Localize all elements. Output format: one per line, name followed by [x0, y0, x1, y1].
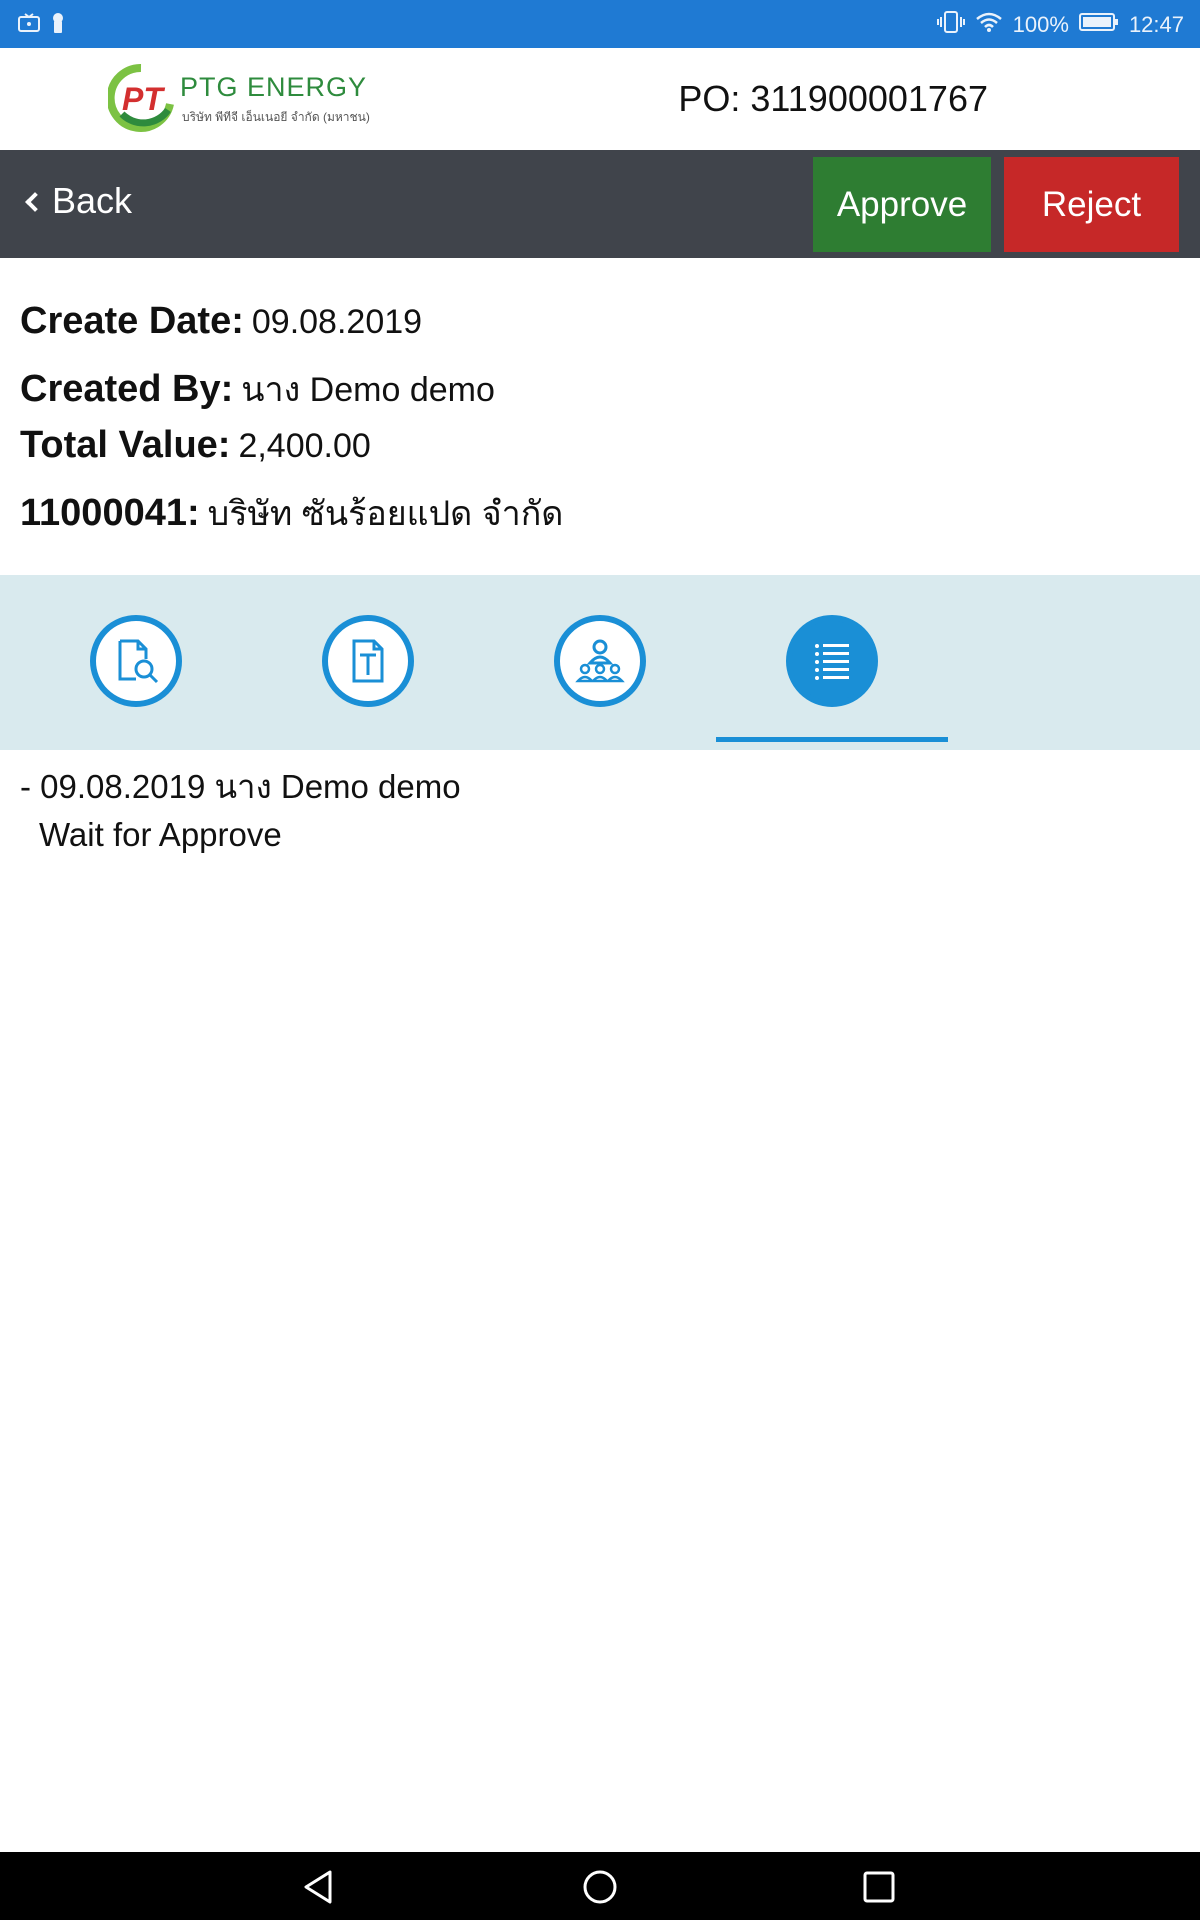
back-button[interactable]: Back [25, 180, 133, 222]
tab-people[interactable] [554, 615, 646, 707]
vendor-name: บริษัท ซันร้อยแปด จำกัด [207, 495, 564, 533]
document-search-icon [118, 639, 159, 684]
history-entry-status: Wait for Approve [39, 816, 282, 853]
vendor-row: 11000041: บริษัท ซันร้อยแปด จำกัด [20, 486, 1180, 548]
chevron-left-icon [25, 192, 45, 212]
ptg-logo: PT PTG ENERGY บริษัท พีทีจี เอ็นเนอยี จำ… [108, 58, 378, 138]
tab-bar [0, 575, 1200, 750]
vibrate-icon [936, 10, 965, 40]
total-value-label: Total Value: [20, 424, 231, 466]
circle-home-icon [583, 1870, 617, 1904]
nav-home-button[interactable] [581, 1868, 619, 1906]
nav-back-button[interactable] [300, 1868, 338, 1906]
action-toolbar: Back Approve Reject [0, 150, 1200, 258]
status-bar: 100% 12:47 [0, 0, 1200, 48]
svg-text:PT: PT [122, 81, 165, 117]
square-recents-icon [863, 1871, 895, 1903]
clock: 12:47 [1128, 12, 1184, 37]
nav-recents-button[interactable] [860, 1868, 898, 1906]
logo-subtitle: บริษัท พีทีจี เอ็นเนอยี จำกัด (มหาชน) [182, 110, 370, 124]
po-number: PO: 311900001767 [678, 78, 988, 119]
battery-icon [1078, 12, 1119, 38]
created-by-value: นาง Demo demo [241, 371, 495, 409]
battery-percent: 100% [1012, 12, 1069, 37]
vendor-code: 11000041: [20, 492, 200, 534]
system-navigation-bar [0, 1852, 1200, 1920]
create-date-row: Create Date: 09.08.2019 [20, 300, 1180, 362]
reject-button[interactable]: Reject [1004, 157, 1179, 252]
wifi-icon [975, 11, 1003, 39]
triangle-back-icon [304, 1870, 332, 1904]
app-header: PT PTG ENERGY บริษัท พีทีจี เอ็นเนอยี จำ… [0, 48, 1200, 150]
po-details: Create Date: 09.08.2019 Created By: นาง De… [20, 300, 1180, 548]
lock-icon [50, 12, 66, 39]
total-value-row: Total Value: 2,400.00 [20, 424, 1180, 486]
approval-history: - 09.08.2019 นาง Demo demo Wait for Appr… [20, 760, 1180, 854]
active-tab-indicator [716, 737, 948, 742]
approve-button[interactable]: Approve [813, 157, 991, 252]
text-document-icon [352, 639, 384, 683]
people-group-icon [575, 639, 625, 683]
logo-name: PTG ENERGY [180, 72, 368, 102]
tab-document-search[interactable] [90, 615, 182, 707]
tab-history-list[interactable] [786, 615, 878, 707]
total-value-value: 2,400.00 [238, 427, 371, 465]
tab-text-document[interactable] [322, 615, 414, 707]
history-entry-header: - 09.08.2019 นาง Demo demo [20, 768, 461, 805]
back-label: Back [52, 180, 133, 221]
created-by-label: Created By: [20, 368, 234, 410]
list-icon [815, 644, 849, 680]
ptg-logo-mark: PT [108, 64, 174, 132]
create-date-label: Create Date: [20, 300, 244, 342]
notification-icon [18, 13, 40, 38]
create-date-value: 09.08.2019 [251, 303, 423, 341]
created-by-row: Created By: นาง Demo demo [20, 362, 1180, 424]
